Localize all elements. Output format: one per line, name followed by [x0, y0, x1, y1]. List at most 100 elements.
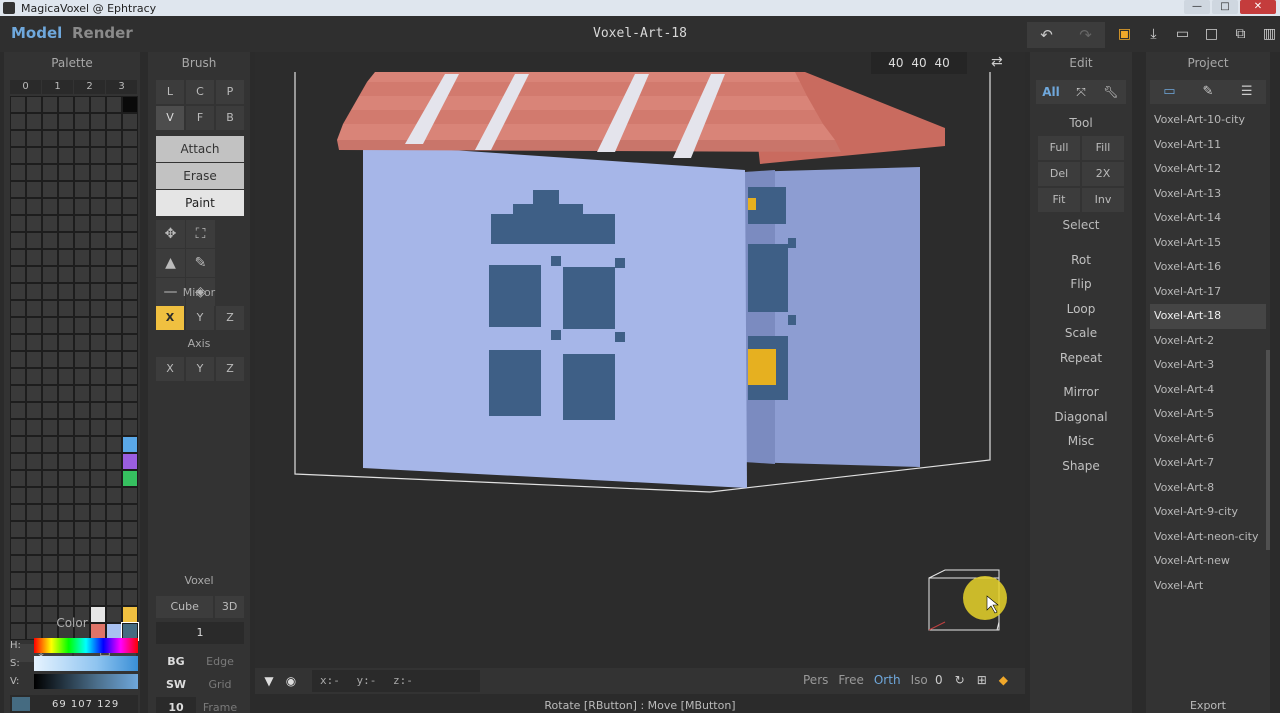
- project-list-item[interactable]: Voxel-Art-2: [1150, 329, 1266, 354]
- project-list-item[interactable]: Voxel-Art-7: [1150, 451, 1266, 476]
- palette-swatch[interactable]: [10, 249, 26, 266]
- palette-swatch[interactable]: [10, 300, 26, 317]
- edit-scale[interactable]: Scale: [1030, 326, 1132, 340]
- hue-slider[interactable]: [34, 638, 138, 653]
- palette-swatch[interactable]: [10, 538, 26, 555]
- palette-swatch[interactable]: [74, 113, 90, 130]
- palette-swatch[interactable]: [122, 351, 138, 368]
- palette-swatch[interactable]: [10, 368, 26, 385]
- palette-swatch[interactable]: [26, 147, 42, 164]
- palette-swatch[interactable]: [106, 164, 122, 181]
- palette-swatch[interactable]: [74, 283, 90, 300]
- project-list-item[interactable]: Voxel-Art-17: [1150, 280, 1266, 305]
- palette-swatch[interactable]: [58, 385, 74, 402]
- palette-swatch[interactable]: [42, 470, 58, 487]
- edit-loop[interactable]: Loop: [1030, 302, 1132, 316]
- palette-swatch[interactable]: [106, 436, 122, 453]
- palette-swatch[interactable]: [90, 232, 106, 249]
- palette-swatch[interactable]: [74, 317, 90, 334]
- palette-swatch[interactable]: [58, 232, 74, 249]
- saturation-slider[interactable]: [34, 656, 138, 671]
- palette-swatch[interactable]: [106, 181, 122, 198]
- palette-swatch[interactable]: [26, 113, 42, 130]
- palette-swatch[interactable]: [58, 555, 74, 572]
- palette-swatch[interactable]: [26, 249, 42, 266]
- palette-swatch[interactable]: [26, 402, 42, 419]
- palette-swatch[interactable]: [42, 283, 58, 300]
- palette-swatch[interactable]: [106, 96, 122, 113]
- palette-swatch[interactable]: [42, 113, 58, 130]
- palette-swatch[interactable]: [26, 96, 42, 113]
- palette-swatch[interactable]: [106, 351, 122, 368]
- palette-swatch[interactable]: [74, 164, 90, 181]
- palette-swatch[interactable]: [106, 198, 122, 215]
- palette-swatch[interactable]: [42, 589, 58, 606]
- palette-swatch[interactable]: [90, 266, 106, 283]
- palette-swatch[interactable]: [74, 266, 90, 283]
- brush-mode-l[interactable]: L: [156, 80, 184, 104]
- project-list-item[interactable]: Voxel-Art-8: [1150, 476, 1266, 501]
- palette-swatch[interactable]: [90, 589, 106, 606]
- attach-button[interactable]: Attach: [156, 136, 244, 162]
- palette-swatch[interactable]: [90, 198, 106, 215]
- palette-swatch[interactable]: [42, 572, 58, 589]
- palette-swatch[interactable]: [58, 96, 74, 113]
- palette-swatch[interactable]: [10, 572, 26, 589]
- palette-swatch[interactable]: [106, 538, 122, 555]
- 3d-viewport[interactable]: 40 40 40 ⇄: [255, 52, 1025, 668]
- edit-tab-all[interactable]: All: [1036, 80, 1066, 104]
- palette-swatch[interactable]: [74, 470, 90, 487]
- palette-swatch[interactable]: [58, 589, 74, 606]
- palette-swatch[interactable]: [122, 436, 138, 453]
- project-folder-icon[interactable]: ▭: [1150, 80, 1189, 104]
- palette-swatch[interactable]: [90, 487, 106, 504]
- export-button[interactable]: Export: [1146, 699, 1270, 712]
- palette-swatch[interactable]: [10, 504, 26, 521]
- erase-button[interactable]: Erase: [156, 163, 244, 189]
- axis-z-toggle[interactable]: Z: [216, 357, 244, 381]
- palette-swatch[interactable]: [42, 164, 58, 181]
- palette-swatch[interactable]: [74, 436, 90, 453]
- palette-swatch[interactable]: [122, 181, 138, 198]
- palette-swatch[interactable]: [106, 572, 122, 589]
- palette-swatch[interactable]: [42, 538, 58, 555]
- palette-swatch[interactable]: [58, 249, 74, 266]
- palette-swatch[interactable]: [90, 368, 106, 385]
- palette-swatch[interactable]: [26, 198, 42, 215]
- palette-swatch[interactable]: [122, 487, 138, 504]
- palette-swatch[interactable]: [58, 130, 74, 147]
- grid-toggle[interactable]: Grid: [196, 674, 244, 696]
- project-list-item[interactable]: Voxel-Art-18: [1150, 304, 1266, 329]
- palette-swatch[interactable]: [26, 419, 42, 436]
- palette-swatch[interactable]: [74, 215, 90, 232]
- palette-swatch[interactable]: [122, 147, 138, 164]
- palette-swatch[interactable]: [122, 555, 138, 572]
- palette-swatch[interactable]: [106, 368, 122, 385]
- palette-swatch[interactable]: [58, 436, 74, 453]
- brush-mode-b[interactable]: B: [216, 106, 244, 130]
- palette-swatch[interactable]: [10, 198, 26, 215]
- palette-swatch[interactable]: [106, 555, 122, 572]
- palette-swatch[interactable]: [122, 572, 138, 589]
- palette-tab-3[interactable]: 3: [106, 80, 137, 94]
- palette-swatch[interactable]: [90, 130, 106, 147]
- palette-swatch[interactable]: [122, 300, 138, 317]
- palette-swatch[interactable]: [90, 470, 106, 487]
- close-button[interactable]: ✕: [1240, 0, 1276, 14]
- palette-swatch[interactable]: [106, 232, 122, 249]
- palette-swatch[interactable]: [42, 487, 58, 504]
- palette-swatch[interactable]: [106, 385, 122, 402]
- palette-swatch[interactable]: [90, 113, 106, 130]
- view-orth[interactable]: Orth: [874, 673, 901, 687]
- palette-swatch[interactable]: [106, 300, 122, 317]
- palette-swatch[interactable]: [26, 368, 42, 385]
- palette-swatch[interactable]: [10, 232, 26, 249]
- palette-swatch[interactable]: [58, 334, 74, 351]
- palette-swatch[interactable]: [74, 334, 90, 351]
- palette-swatch[interactable]: [122, 283, 138, 300]
- palette-swatch[interactable]: [106, 453, 122, 470]
- palette-grid[interactable]: [10, 96, 139, 641]
- tool-del-button[interactable]: Del: [1038, 162, 1080, 186]
- model-size-readout[interactable]: 40 40 40: [871, 52, 967, 74]
- palette-swatch[interactable]: [26, 181, 42, 198]
